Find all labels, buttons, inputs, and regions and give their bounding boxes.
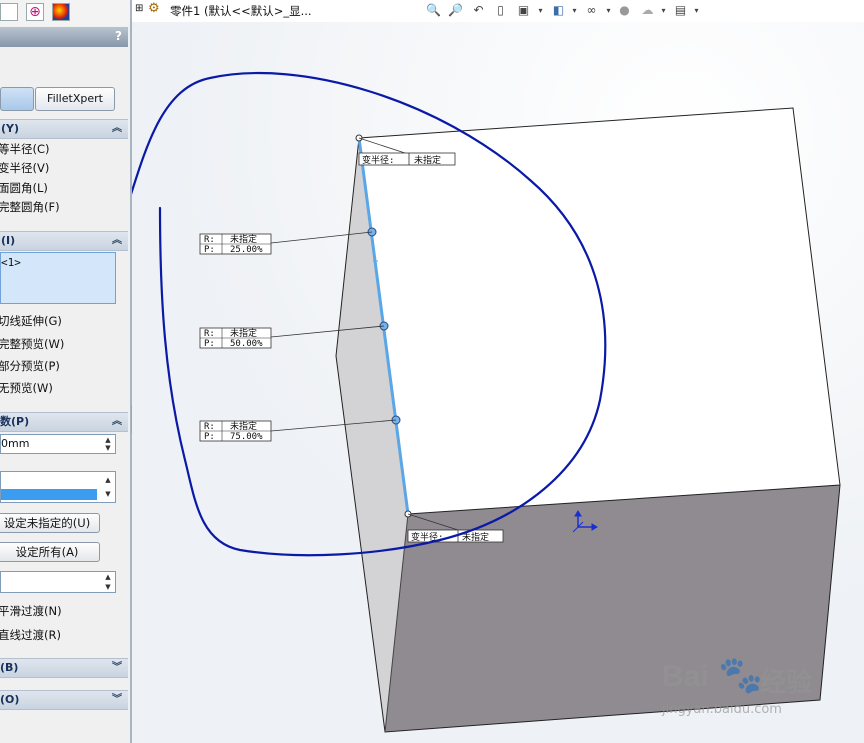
collapse-icon[interactable]: ︽	[112, 120, 122, 138]
spin-down-icon[interactable]: ▼	[102, 583, 114, 591]
callout-point-75[interactable]: R: P: 未指定 75.00%	[199, 420, 272, 442]
radius-value-label[interactable]: 未指定	[230, 327, 257, 339]
set-unassigned-button[interactable]: 设定未指定的(U)	[0, 513, 100, 533]
expand-icon[interactable]: ︾	[112, 659, 122, 677]
option-variable-radius[interactable]: 变半径(V)	[0, 159, 49, 177]
spin-up-icon[interactable]: ▲	[102, 573, 114, 581]
section-view-icon[interactable]: ▯	[493, 3, 508, 18]
percent-value-label[interactable]: 50.00%	[230, 339, 263, 349]
edit-appearance-icon[interactable]: ●	[617, 3, 632, 18]
vertex-list[interactable]: ▲ ▼	[0, 471, 116, 503]
collapse-icon[interactable]: ︽	[112, 232, 122, 250]
hide-show-items-icon[interactable]: ∞	[584, 3, 599, 18]
selected-edge-item[interactable]: <1>	[1, 256, 21, 269]
dropdown-arrow-icon[interactable]: ▾	[533, 3, 548, 18]
option-partial-preview[interactable]: 部分预览(P)	[0, 357, 60, 375]
radius-value-label[interactable]: 未指定	[230, 420, 257, 432]
percent-value-label[interactable]: 75.00%	[230, 432, 263, 442]
var-radius-label: 变半径:	[362, 154, 394, 166]
callout-point-25[interactable]: R: P: 未指定 25.00%	[199, 233, 272, 255]
view-orientation-icon[interactable]: ▣	[516, 3, 531, 18]
top-toolbar: ⊞ ⚙ 零件1 (默认<<默认>_显... 🔍 🔎 ↶ ▯ ▣ ▾ ◧ ▾ ∞ …	[133, 0, 864, 22]
radius-value-label[interactable]: 未指定	[414, 154, 441, 166]
radius-input[interactable]: 0mm ▲ ▼	[0, 434, 116, 454]
edge-selection-list[interactable]: <1>	[0, 252, 116, 304]
zoom-area-icon[interactable]: 🔎	[448, 3, 463, 18]
option-full-preview[interactable]: 完整预览(W)	[0, 335, 64, 353]
cube-front-face[interactable]	[385, 485, 840, 732]
section-items-header[interactable]: (I) ︽	[0, 231, 128, 251]
option-no-preview[interactable]: 无预览(W)	[0, 379, 53, 397]
callout-vertex-top[interactable]: 变半径: 未指定	[358, 152, 456, 166]
previous-view-icon[interactable]: ↶	[471, 3, 486, 18]
cube-top-face[interactable]	[358, 107, 841, 515]
percent-value-label[interactable]: 25.00%	[230, 245, 263, 255]
option-constant-radius[interactable]: 等半径(C)	[0, 140, 50, 158]
section-setback-header[interactable]: (B) ︾	[0, 658, 128, 678]
option-tangent-propagation[interactable]: 切线延伸(G)	[0, 312, 62, 330]
r-label: R:	[204, 329, 215, 339]
dropdown-arrow-icon[interactable]: ▾	[601, 3, 616, 18]
collapse-icon[interactable]: ︽	[112, 413, 122, 431]
r-label: R:	[204, 422, 215, 432]
section-parameters-header[interactable]: 数(P) ︽	[0, 412, 128, 432]
panel-tab-bar: ⊕	[0, 0, 130, 26]
document-title: 零件1 (默认<<默认>_显...	[170, 4, 312, 18]
option-full-round-fillet[interactable]: 完整圆角(F)	[0, 198, 60, 216]
selected-vertex-row[interactable]	[1, 489, 97, 500]
property-manager-panel: ⊕ ? FilletXpert (Y) ︽ 等半径(C) 变半径(V) 面圆角(…	[0, 0, 132, 743]
display-manager-tab-icon[interactable]	[52, 3, 70, 21]
configuration-manager-tab-icon[interactable]	[0, 3, 18, 21]
section-options-header[interactable]: (O) ︾	[0, 690, 128, 710]
p-label: P:	[204, 432, 215, 442]
option-smooth-transition[interactable]: 平滑过渡(N)	[0, 602, 62, 620]
apply-scene-icon[interactable]: ☁	[640, 3, 655, 18]
tab-manual[interactable]	[0, 87, 34, 111]
option-face-fillet[interactable]: 面圆角(L)	[0, 179, 48, 197]
dropdown-arrow-icon[interactable]: ▾	[689, 3, 704, 18]
part-icon: ⚙	[148, 1, 160, 16]
r-label: R:	[204, 235, 215, 245]
panel-title-bar: ?	[0, 27, 128, 47]
p-label: P:	[204, 339, 215, 349]
zoom-to-fit-icon[interactable]: 🔍	[426, 3, 441, 18]
expand-icon[interactable]: ︾	[112, 691, 122, 709]
p-label: P:	[204, 245, 215, 255]
instances-input[interactable]: ▲ ▼	[0, 571, 116, 593]
graphics-viewport[interactable]: 变半径: 未指定 变半径: 未指定 R: P: 未指定 25.00% R: P:…	[132, 22, 864, 743]
option-straight-transition[interactable]: 直线过渡(R)	[0, 626, 61, 644]
radius-value-label[interactable]: 未指定	[230, 233, 257, 245]
view-settings-icon[interactable]: ▤	[673, 3, 688, 18]
scroll-down-icon[interactable]: ▼	[102, 490, 114, 498]
set-all-button[interactable]: 设定所有(A)	[0, 542, 100, 562]
dropdown-arrow-icon[interactable]: ▾	[656, 3, 671, 18]
dropdown-arrow-icon[interactable]: ▾	[567, 3, 582, 18]
spin-down-icon[interactable]: ▼	[102, 444, 114, 452]
display-style-icon[interactable]: ◧	[551, 3, 566, 18]
callout-point-50[interactable]: R: P: 未指定 50.00%	[199, 327, 272, 349]
tab-filletxpert[interactable]: FilletXpert	[35, 87, 115, 111]
scroll-up-icon[interactable]: ▲	[102, 476, 114, 484]
spin-up-icon[interactable]: ▲	[102, 436, 114, 444]
section-fillet-type-header[interactable]: (Y) ︽	[0, 119, 128, 139]
dimxpert-tab-icon[interactable]: ⊕	[26, 3, 44, 21]
expand-tree-icon[interactable]: ⊞	[135, 3, 143, 14]
help-icon[interactable]: ?	[115, 29, 122, 43]
